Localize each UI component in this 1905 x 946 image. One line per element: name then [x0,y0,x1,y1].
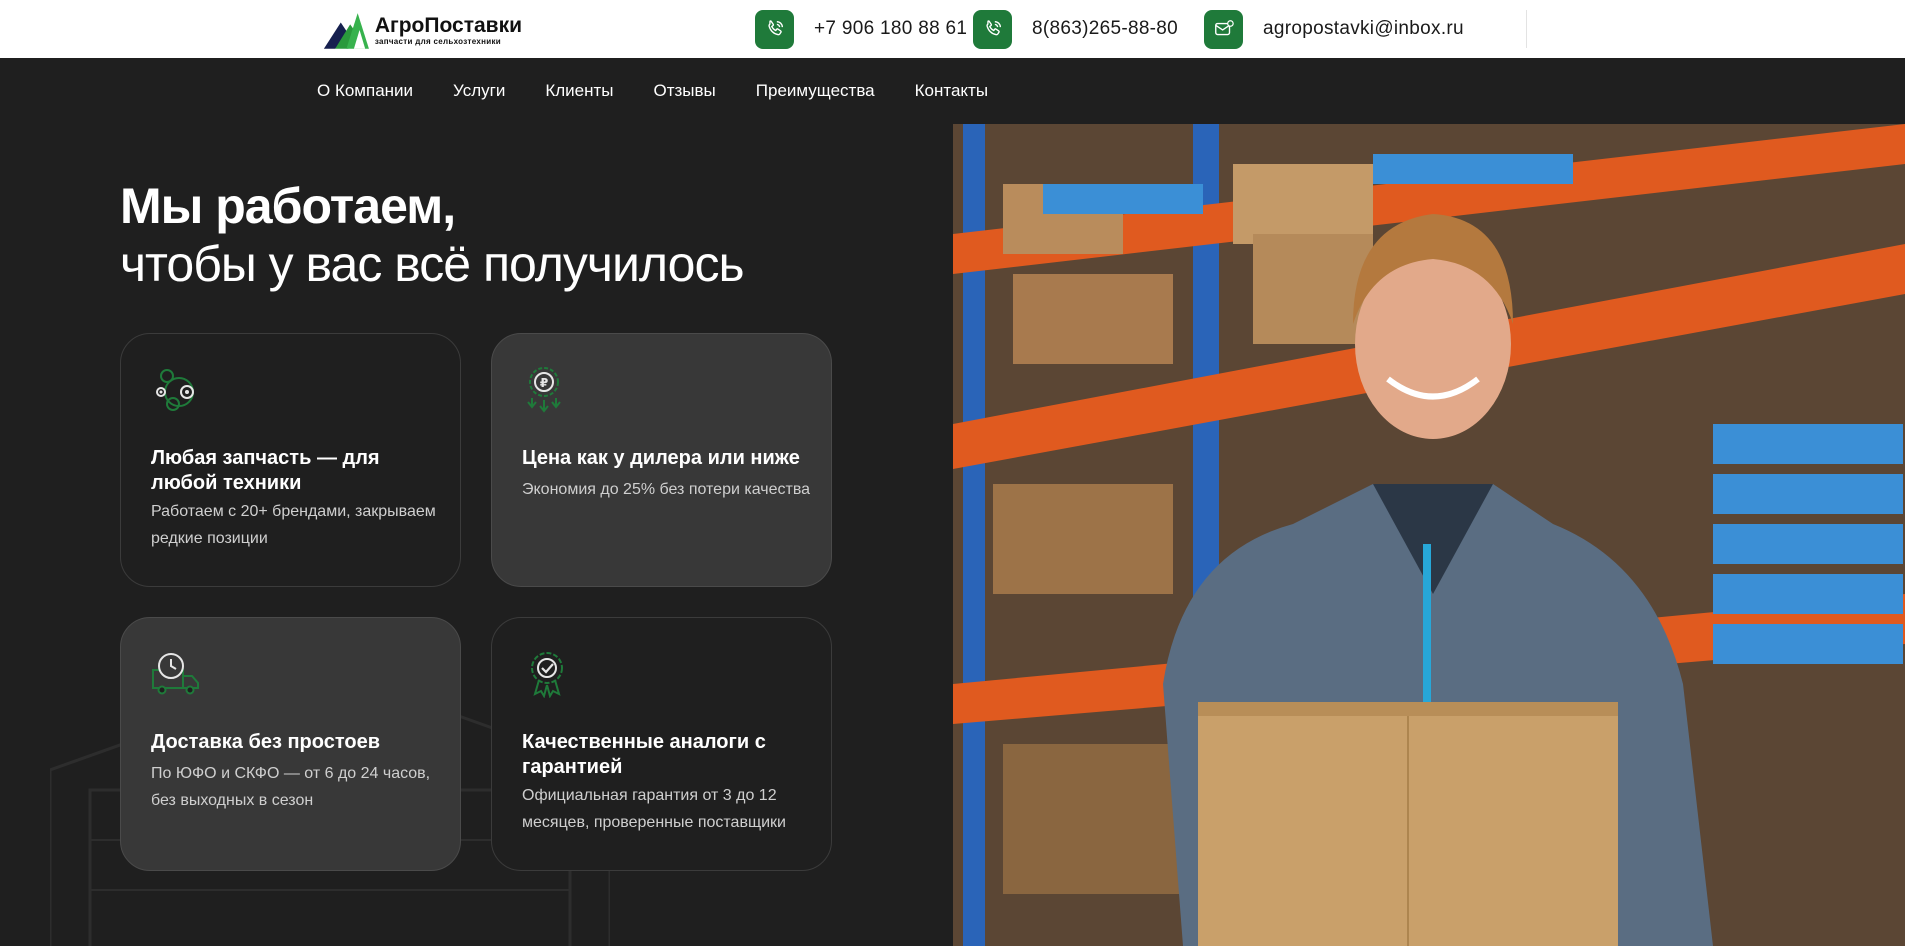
nav-item-clients[interactable]: Клиенты [545,80,613,102]
logo-subtitle: запчасти для сельхозтехники [374,36,502,46]
phone-icon [755,9,794,49]
nav-item-reviews[interactable]: Отзывы [654,80,716,102]
logo-title: АгроПоставки [374,13,522,37]
delivery-truck-icon [152,653,199,695]
nav-item-contacts[interactable]: Контакты [915,80,988,102]
email-contact[interactable]: agropostavki@inbox.ru [1204,9,1464,49]
card-text: Работаем с 20+ брендами, закрываем редки… [151,503,436,547]
nav-item-services[interactable]: Услуги [453,80,505,102]
email-address[interactable]: agropostavki@inbox.ru [1263,18,1464,40]
email-icon [1204,9,1243,49]
ruble-down-icon: ₽ [527,367,561,413]
card-text: Экономия до 25% без потери качества [522,481,811,498]
hero-photo [953,124,1905,946]
feature-card-price: ₽ Цена как у дилера или ниже Экономия до… [491,333,832,587]
card-title: Доставка без простоев [151,731,380,753]
nav-item-about[interactable]: О Компании [317,80,413,102]
hero-title-regular: чтобы у вас всё получилось [120,236,744,292]
phone-contact-1[interactable]: +7 906 180 88 61 [755,9,967,49]
main-nav: О Компании Услуги Клиенты Отзывы Преимущ… [317,80,1028,102]
card-title: Любая запчасть — для любой техники [151,447,380,494]
gears-icon [156,369,194,411]
logo[interactable]: АгроПоставки запчасти для сельхозтехники [322,8,522,52]
card-text: Официальная гарантия от 3 до 12 месяцев,… [522,787,786,831]
feature-card-quality: Качественные аналоги с гарантией Официал… [491,617,832,871]
nav-item-advantages[interactable]: Преимущества [756,80,875,102]
phone-number-2[interactable]: 8(863)265-88-80 [1032,18,1178,40]
card-text: По ЮФО и СКФО — от 6 до 24 часов, без вы… [151,765,431,809]
phone-contact-2[interactable]: 8(863)265-88-80 [973,9,1178,49]
phone-number-1[interactable]: +7 906 180 88 61 [814,18,967,40]
phone-icon [973,9,1012,49]
quality-badge-icon [531,652,563,698]
svg-text:₽: ₽ [540,376,548,390]
header-divider [1526,10,1527,48]
feature-card-any-part: Любая запчасть — для любой техники Работ… [120,333,461,587]
warehouse-worker-image [953,124,1905,946]
hero-title-bold: Мы работаем, [120,178,456,234]
card-title: Качественные аналоги с гарантией [522,731,766,778]
logo-mark-icon [323,13,369,49]
card-title: Цена как у дилера или ниже [522,447,800,469]
top-header: АгроПоставки запчасти для сельхозтехники… [0,0,1905,58]
feature-card-delivery: Доставка без простоев По ЮФО и СКФО — от… [120,617,461,871]
